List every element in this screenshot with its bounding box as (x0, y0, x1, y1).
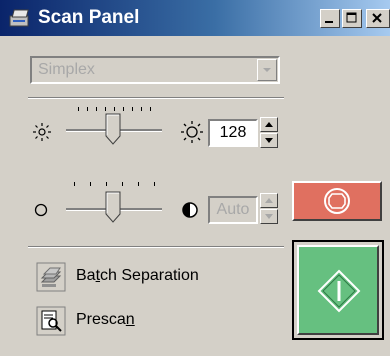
minimize-icon (325, 21, 333, 23)
brightness-slider[interactable] (64, 104, 164, 148)
start-diamond-icon (317, 269, 361, 313)
close-icon (372, 13, 382, 23)
start-button-face (297, 245, 379, 335)
scan-mode-dropdown[interactable]: Simplex (30, 56, 280, 84)
prescan-label: Prescan (76, 311, 135, 329)
start-button[interactable] (292, 240, 384, 340)
minimize-button[interactable] (320, 9, 340, 28)
batch-separation-icon (36, 262, 66, 292)
circle-outline-icon (33, 202, 49, 223)
contrast-slider[interactable] (64, 178, 164, 226)
stop-icon (324, 188, 350, 214)
prescan-label-pre: Presca (76, 311, 126, 328)
arrow-up-icon (265, 122, 273, 127)
batch-label-pre: Ba (76, 267, 96, 284)
scanner-icon (8, 7, 30, 29)
maximize-button[interactable] (342, 9, 362, 28)
contrast-up-button[interactable] (260, 193, 278, 208)
arrow-down-icon (265, 214, 273, 219)
sun-large-icon (180, 120, 204, 149)
batch-separation-button[interactable]: Batch Separation (36, 262, 236, 294)
prescan-icon (36, 306, 66, 336)
stop-button[interactable] (292, 181, 382, 221)
prescan-label-mnemonic: n (125, 311, 135, 328)
brightness-slider-track (66, 107, 162, 145)
dropdown-button[interactable] (257, 59, 277, 81)
brightness-value[interactable]: 128 (208, 119, 258, 147)
window-title: Scan Panel (38, 7, 140, 28)
sun-small-icon (32, 122, 52, 147)
contrast-slider-track (66, 182, 162, 223)
scan-mode-value: Simplex (38, 61, 95, 78)
brightness-up-button[interactable] (260, 117, 278, 132)
chevron-down-icon (263, 68, 271, 72)
half-circle-icon (180, 200, 200, 225)
brightness-down-button[interactable] (260, 133, 278, 148)
title-bar[interactable]: Scan Panel (0, 0, 390, 36)
batch-separation-label: Batch Separation (76, 267, 199, 285)
contrast-down-button[interactable] (260, 209, 278, 224)
contrast-value[interactable]: Auto (208, 196, 258, 224)
separator (28, 246, 284, 248)
prescan-button[interactable]: Prescan (36, 306, 236, 338)
arrow-down-icon (265, 138, 273, 143)
arrow-up-icon (265, 198, 273, 203)
scan-panel-window: Scan Panel Simplex 128 Auto Batch Separa… (0, 0, 390, 356)
maximize-icon (346, 12, 357, 23)
separator (28, 97, 284, 99)
close-button[interactable] (366, 9, 390, 28)
batch-label-post: ch Separation (100, 267, 199, 284)
